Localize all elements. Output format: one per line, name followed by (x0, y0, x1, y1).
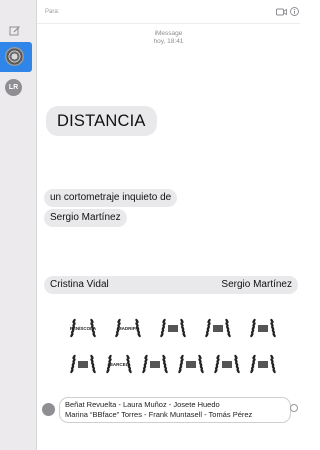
emoji-icon[interactable] (290, 404, 298, 412)
timestamp: hoy, 18:41 (153, 38, 184, 45)
festival-laurel-6 (70, 354, 96, 374)
app-store-icon[interactable] (42, 403, 55, 416)
conversation-item-selected[interactable] (0, 42, 32, 72)
festival-laurel-5 (250, 318, 276, 338)
message-input-line1: Beñat Revuelta - Laura Muñoz - Josete Hu… (65, 400, 220, 409)
message-composer: Beñat Revuelta - Laura Muñoz - Josete Hu… (37, 397, 300, 423)
festival-laurel-madrid: MADRIFF (115, 318, 141, 338)
video-camera-icon[interactable] (276, 8, 287, 16)
svg-text:MADRIFF: MADRIFF (118, 326, 138, 331)
avatar-lr[interactable]: LR (5, 79, 22, 96)
festival-laurel-4 (205, 318, 231, 338)
festival-laurels: PENÍSCOLA MADRIFF BARCEL (68, 316, 278, 388)
credit-left: Cristina Vidal (50, 279, 109, 290)
svg-text:PENÍSCOLA: PENÍSCOLA (70, 324, 97, 331)
message-bubble-credits[interactable]: Cristina Vidal Sergio Martínez (44, 276, 298, 294)
festival-laurel-10 (214, 354, 240, 374)
message-bubble-line2[interactable]: Sergio Martínez (44, 209, 127, 227)
festival-laurel-3 (160, 318, 186, 338)
avatar (5, 47, 24, 66)
message-input[interactable]: Beñat Revuelta - Laura Muñoz - Josete Hu… (59, 397, 291, 423)
to-label: Para: (45, 9, 60, 15)
festival-laurel-8 (142, 354, 168, 374)
info-icon[interactable] (290, 7, 299, 16)
credit-right: Sergio Martínez (221, 279, 292, 290)
conversation-sidebar: LR (0, 0, 37, 450)
message-bubble-line1[interactable]: un cortometraje inquieto de (44, 189, 178, 207)
festival-laurel-barcelona: BARCEL (106, 354, 132, 374)
toolbar: Para: (37, 0, 300, 24)
service-label: iMessage (154, 30, 183, 37)
svg-text:BARCEL: BARCEL (110, 362, 129, 367)
message-bubble-title[interactable]: DISTANCIA (46, 106, 157, 136)
compose-icon[interactable] (9, 25, 21, 37)
festival-laurel-peniscola: PENÍSCOLA (70, 318, 97, 338)
message-input-line2: Marina “BBface” Torres - Frank Muntasell… (65, 410, 253, 419)
festival-laurel-11 (250, 354, 276, 374)
festival-laurel-9 (178, 354, 204, 374)
conversation-header: iMessage hoy, 18:41 (37, 30, 300, 46)
